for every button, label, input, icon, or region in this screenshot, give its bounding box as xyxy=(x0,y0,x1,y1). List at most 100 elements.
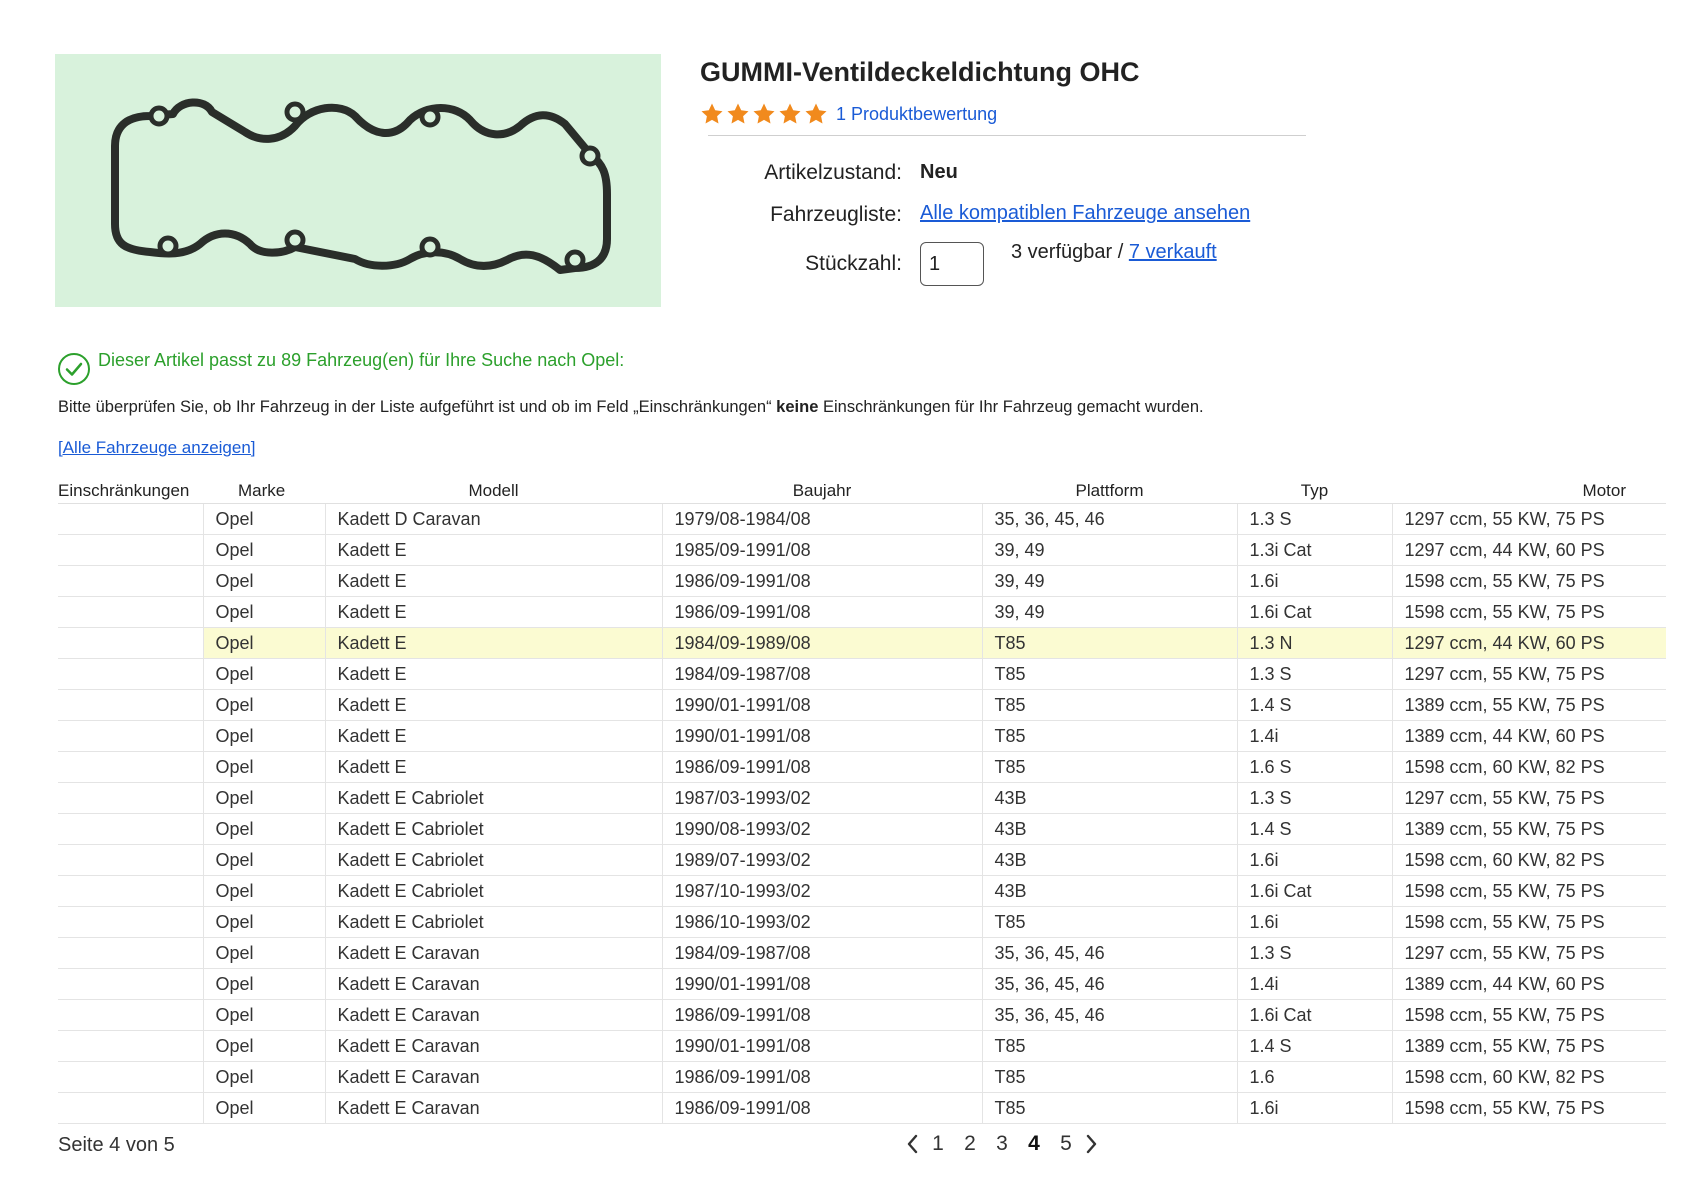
type-cell: 1.4 S xyxy=(1237,1030,1393,1062)
platform-cell: T85 xyxy=(982,658,1238,690)
restrictions-cell xyxy=(58,937,204,969)
pagination: 1 2 3 4 5 xyxy=(902,1132,1102,1156)
quantity-input[interactable] xyxy=(920,242,984,286)
model-cell: Kadett D Caravan xyxy=(325,503,663,535)
make-cell: Opel xyxy=(203,782,326,814)
page-3[interactable]: 3 xyxy=(986,1132,1018,1156)
year-cell: 1986/09-1991/08 xyxy=(662,1061,983,1093)
type-cell: 1.6i Cat xyxy=(1237,875,1393,907)
col-model: Modell xyxy=(325,481,662,504)
rating-link[interactable]: 1 Produktbewertung xyxy=(836,104,997,125)
quantity-label: Stückzahl: xyxy=(805,252,902,275)
make-cell: Opel xyxy=(203,1092,326,1124)
type-cell: 1.4i xyxy=(1237,720,1393,752)
type-cell: 1.4 S xyxy=(1237,689,1393,721)
restrictions-cell xyxy=(58,534,204,566)
restrictions-cell xyxy=(58,999,204,1031)
restrictions-cell xyxy=(58,906,204,938)
engine-cell: 1598 ccm, 55 KW, 75 PS xyxy=(1392,906,1666,938)
condition-label: Artikelzustand: xyxy=(764,161,902,184)
table-row: Opel Kadett E 1986/09-1991/08 39, 49 1.6i Ca… xyxy=(58,596,1666,628)
make-cell: Opel xyxy=(203,875,326,907)
model-cell: Kadett E Caravan xyxy=(325,999,663,1031)
make-cell: Opel xyxy=(203,565,326,597)
type-cell: 1.4 S xyxy=(1237,813,1393,845)
col-type: Typ xyxy=(1237,481,1392,504)
table-row: Opel Kadett E Cabriolet 1990/08-1993/02 43B… xyxy=(58,813,1666,845)
make-cell: Opel xyxy=(203,844,326,876)
type-cell: 1.6i Cat xyxy=(1237,596,1393,628)
type-cell: 1.6i Cat xyxy=(1237,999,1393,1031)
make-cell: Opel xyxy=(203,999,326,1031)
restrictions-cell xyxy=(58,782,204,814)
make-cell: Opel xyxy=(203,503,326,535)
table-row: Opel Kadett E Cabriolet 1986/10-1993/02 T85… xyxy=(58,906,1666,938)
chevron-left-icon[interactable] xyxy=(902,1132,922,1156)
restrictions-cell xyxy=(58,1030,204,1062)
fit-message: Dieser Artikel passt zu 89 Fahrzeug(en) … xyxy=(98,350,625,370)
col-make: Marke xyxy=(203,481,325,504)
table-row: Opel Kadett E Cabriolet 1989/07-1993/02 43B… xyxy=(58,844,1666,876)
restrictions-cell xyxy=(58,1092,204,1124)
restrictions-cell xyxy=(58,596,204,628)
platform-cell: 35, 36, 45, 46 xyxy=(982,937,1238,969)
engine-cell: 1297 ccm, 44 KW, 60 PS xyxy=(1392,627,1666,659)
engine-cell: 1297 ccm, 55 KW, 75 PS xyxy=(1392,658,1666,690)
vehicle-list-label: Fahrzeugliste: xyxy=(770,203,902,226)
page-1[interactable]: 1 xyxy=(922,1132,954,1156)
year-cell: 1984/09-1989/08 xyxy=(662,627,983,659)
type-cell: 1.6i xyxy=(1237,844,1393,876)
type-cell: 1.4i xyxy=(1237,968,1393,1000)
platform-cell: 39, 49 xyxy=(982,596,1238,628)
year-cell: 1987/03-1993/02 xyxy=(662,782,983,814)
make-cell: Opel xyxy=(203,906,326,938)
platform-cell: 35, 36, 45, 46 xyxy=(982,999,1238,1031)
show-all-vehicles-link[interactable]: [Alle Fahrzeuge anzeigen] xyxy=(58,438,256,458)
type-cell: 1.6i xyxy=(1237,906,1393,938)
type-cell: 1.6 S xyxy=(1237,751,1393,783)
engine-cell: 1598 ccm, 55 KW, 75 PS xyxy=(1392,999,1666,1031)
engine-cell: 1598 ccm, 60 KW, 82 PS xyxy=(1392,844,1666,876)
page-4-current[interactable]: 4 xyxy=(1018,1132,1050,1156)
engine-cell: 1598 ccm, 55 KW, 75 PS xyxy=(1392,565,1666,597)
table-row: Opel Kadett E Caravan 1990/01-1991/08 T85 1.… xyxy=(58,1030,1666,1062)
col-engine: Motor xyxy=(1392,481,1666,504)
check-prefix: Bitte überprüfen Sie, ob Ihr Fahrzeug in… xyxy=(58,398,772,416)
table-row: Opel Kadett E 1986/09-1991/08 T85 1.6 S 1598 … xyxy=(58,751,1666,783)
type-cell: 1.3 S xyxy=(1237,658,1393,690)
sold-link[interactable]: 7 verkauft xyxy=(1129,241,1217,263)
year-cell: 1986/09-1991/08 xyxy=(662,999,983,1031)
model-cell: Kadett E Cabriolet xyxy=(325,844,663,876)
make-cell: Opel xyxy=(203,596,326,628)
check-suffix: Einschränkungen für Ihr Fahrzeug gemacht… xyxy=(822,398,1204,416)
year-cell: 1979/08-1984/08 xyxy=(662,503,983,535)
platform-cell: T85 xyxy=(982,1061,1238,1093)
year-cell: 1986/09-1991/08 xyxy=(662,1092,983,1124)
compatible-vehicles-link[interactable]: Alle kompatiblen Fahrzeuge ansehen xyxy=(920,202,1250,225)
engine-cell: 1297 ccm, 55 KW, 75 PS xyxy=(1392,503,1666,535)
type-cell: 1.3 S xyxy=(1237,503,1393,535)
platform-cell: T85 xyxy=(982,751,1238,783)
platform-cell: T85 xyxy=(982,720,1238,752)
make-cell: Opel xyxy=(203,751,326,783)
chevron-right-icon[interactable] xyxy=(1082,1132,1102,1156)
model-cell: Kadett E xyxy=(325,627,663,659)
check-instructions: Bitte überprüfen Sie, ob Ihr Fahrzeug in… xyxy=(58,398,1204,417)
year-cell: 1986/10-1993/02 xyxy=(662,906,983,938)
star-icon xyxy=(805,103,827,124)
make-cell: Opel xyxy=(203,534,326,566)
page-5[interactable]: 5 xyxy=(1050,1132,1082,1156)
year-cell: 1989/07-1993/02 xyxy=(662,844,983,876)
restrictions-cell xyxy=(58,968,204,1000)
check-circle-icon xyxy=(58,353,90,385)
page-2[interactable]: 2 xyxy=(954,1132,986,1156)
table-body: Opel Kadett D Caravan 1979/08-1984/08 35, 3… xyxy=(58,503,1666,1124)
engine-cell: 1598 ccm, 55 KW, 75 PS xyxy=(1392,1092,1666,1124)
restrictions-cell xyxy=(58,627,204,659)
product-image[interactable] xyxy=(55,54,661,307)
restrictions-cell xyxy=(58,813,204,845)
year-cell: 1986/09-1991/08 xyxy=(662,751,983,783)
type-cell: 1.6i xyxy=(1237,565,1393,597)
platform-cell: 43B xyxy=(982,813,1238,845)
table-row: Opel Kadett E Caravan 1984/09-1987/08 35, 3… xyxy=(58,937,1666,969)
